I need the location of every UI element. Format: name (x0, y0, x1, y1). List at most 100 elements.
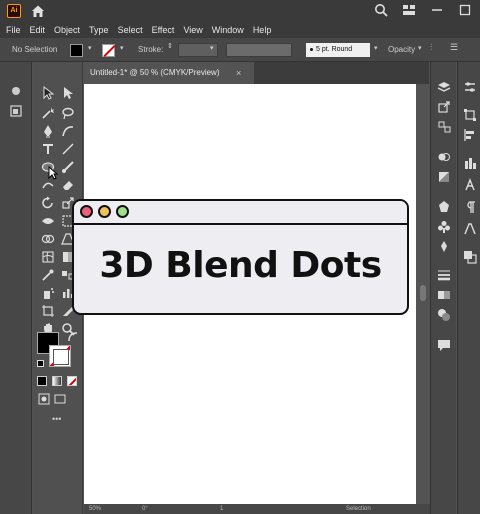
width-tool-icon[interactable] (41, 214, 55, 228)
mouse-cursor-icon (48, 165, 59, 180)
variable-width-profile[interactable] (226, 43, 292, 57)
artboards-icon[interactable] (437, 120, 451, 134)
draw-mode-icon[interactable] (37, 392, 50, 405)
close-dot-icon (80, 205, 93, 218)
selection-tool-icon[interactable] (41, 86, 55, 100)
rotation-value[interactable]: 0° (142, 504, 148, 514)
right-panel-dock-icons (430, 62, 456, 514)
illustrator-window: Ai File Edit Object Type Select Effect V… (0, 0, 480, 514)
color-panel-icon[interactable] (463, 156, 477, 170)
curvature-tool-icon[interactable] (61, 124, 75, 138)
paintbrush-tool-icon[interactable] (61, 160, 75, 174)
document-tab-bar: Untitled-1* @ 50 % (CMYK/Preview) × (84, 62, 429, 84)
eyedropper-tool-icon[interactable] (41, 268, 55, 282)
search-icon[interactable] (374, 3, 388, 17)
gradient-panel-icon[interactable] (437, 288, 451, 302)
mesh-tool-icon[interactable] (41, 250, 55, 264)
properties-panel-icon[interactable] (463, 80, 477, 94)
fill-swatch[interactable] (70, 44, 83, 57)
title-card-window: 3D Blend Dots (72, 199, 409, 315)
pen-tool-icon[interactable] (41, 124, 55, 138)
rotate-tool-icon[interactable] (41, 196, 55, 210)
menu-select[interactable]: Select (118, 25, 143, 35)
transparency-icon[interactable] (437, 308, 451, 322)
menu-type[interactable]: Type (89, 25, 109, 35)
maximize-dot-icon (116, 205, 129, 218)
properties-icon[interactable] (9, 84, 23, 98)
menu-help[interactable]: Help (253, 25, 272, 35)
default-fill-stroke-icon[interactable] (37, 360, 44, 367)
zoom-level[interactable]: 50% (89, 504, 101, 514)
symbol-sprayer-tool-icon[interactable] (41, 286, 55, 300)
title-card-heading: 3D Blend Dots (99, 245, 382, 286)
transform-icon[interactable] (463, 108, 477, 122)
edit-toolbar-icon[interactable]: ••• (52, 414, 61, 424)
magic-wand-tool-icon[interactable] (41, 106, 55, 120)
stroke-weight-dropdown-icon[interactable]: ▾ (210, 44, 214, 52)
menu-effect[interactable]: Effect (152, 25, 175, 35)
eraser-tool-icon[interactable] (61, 178, 75, 192)
stroke-label: Stroke: (138, 45, 164, 54)
close-tab-icon[interactable]: × (236, 62, 241, 84)
maximize-icon[interactable] (458, 3, 472, 17)
shape-builder-tool-icon[interactable] (41, 232, 55, 246)
document-tab-title: Untitled-1* @ 50 % (CMYK/Preview) (90, 68, 220, 77)
paragraph-panel-icon[interactable] (463, 200, 477, 214)
lasso-tool-icon[interactable] (61, 106, 75, 120)
app-bar: Ai (0, 0, 480, 22)
stroke-dropdown-icon[interactable]: ▾ (120, 44, 124, 52)
appearance-icon[interactable] (437, 150, 451, 164)
layers-icon[interactable] (437, 80, 451, 94)
selection-status: No Selection (12, 45, 58, 54)
panel-menu-icon[interactable]: ☰ (450, 42, 458, 53)
menu-file[interactable]: File (6, 25, 21, 35)
color-mode-icon[interactable] (37, 376, 47, 386)
swatches-icon[interactable] (437, 240, 451, 254)
stroke-swatch[interactable] (102, 44, 115, 57)
screen-mode-icon[interactable] (53, 392, 66, 404)
brush-dropdown-icon[interactable]: ▾ (374, 44, 378, 52)
graphic-styles-icon[interactable] (437, 170, 451, 184)
artboard-tool-icon[interactable] (41, 304, 55, 318)
illustrator-logo: Ai (7, 4, 21, 18)
menu-view[interactable]: View (183, 25, 202, 35)
opacity-label[interactable]: Opacity (388, 43, 415, 57)
direct-selection-tool-icon[interactable] (61, 86, 75, 100)
align-panel-icon[interactable] (463, 128, 477, 142)
menu-bar: File Edit Object Type Select Effect View… (0, 22, 480, 38)
workspace-layout-icon[interactable] (402, 3, 416, 17)
minimize-icon[interactable] (430, 3, 444, 17)
home-icon[interactable] (30, 3, 46, 19)
stroke-panel-icon[interactable] (437, 268, 451, 282)
none-mode-icon[interactable] (67, 376, 77, 386)
vertical-scrollbar-thumb[interactable] (420, 285, 426, 301)
align-icon[interactable]: ⫶ (430, 42, 432, 53)
type-tool-icon[interactable] (41, 142, 55, 156)
current-tool-status[interactable]: Selection (346, 504, 371, 514)
line-tool-icon[interactable] (61, 142, 75, 156)
brushes-icon[interactable] (437, 220, 451, 234)
stroke-color-box[interactable] (49, 345, 71, 367)
brush-definition[interactable]: 5 pt. Round (306, 43, 370, 57)
shaper-tool-icon[interactable] (41, 178, 55, 192)
document-tab[interactable]: Untitled-1* @ 50 % (CMYK/Preview) × (84, 62, 254, 84)
gradient-mode-icon[interactable] (52, 376, 62, 386)
opacity-dropdown-icon[interactable]: ▾ (418, 44, 422, 52)
comments-icon[interactable] (437, 338, 451, 352)
stroke-weight-stepper-icon[interactable]: ⇕ (167, 42, 173, 50)
menu-window[interactable]: Window (212, 25, 244, 35)
title-card-titlebar (74, 201, 407, 225)
symbols-icon[interactable] (437, 200, 451, 214)
artboard-number[interactable]: 1 (220, 504, 223, 514)
menu-object[interactable]: Object (54, 25, 80, 35)
swap-fill-stroke-icon[interactable] (66, 330, 78, 342)
status-bar: 50% 0° 1 Selection (84, 504, 430, 514)
fill-dropdown-icon[interactable]: ▾ (88, 44, 92, 52)
export-icon[interactable] (437, 100, 451, 114)
layers-panel-icon[interactable] (9, 104, 23, 118)
character-panel-icon[interactable] (463, 178, 477, 192)
pathfinder-icon[interactable] (463, 250, 477, 264)
opentype-panel-icon[interactable] (463, 222, 477, 236)
right-panel-dock-tools (457, 62, 480, 514)
menu-edit[interactable]: Edit (30, 25, 46, 35)
